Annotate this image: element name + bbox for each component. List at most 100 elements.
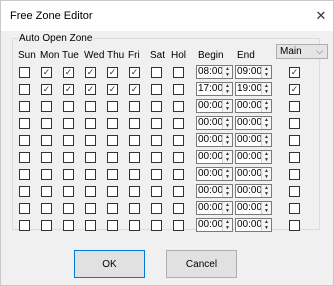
- spin-down-icon[interactable]: ▼: [223, 157, 232, 163]
- checkbox-tue-row-3[interactable]: [63, 101, 74, 112]
- spinner[interactable]: ▲ ▼: [222, 134, 232, 146]
- checkbox-thu-row-2[interactable]: ✓: [107, 84, 118, 95]
- spinner[interactable]: ▲ ▼: [222, 185, 232, 197]
- checkbox-wed-row-9[interactable]: [85, 203, 96, 214]
- enable-checkbox-row-1[interactable]: ✓: [289, 67, 300, 78]
- spinner[interactable]: ▲ ▼: [261, 117, 271, 129]
- spin-down-icon[interactable]: ▼: [223, 72, 232, 78]
- checkbox-fri-row-9[interactable]: [129, 203, 140, 214]
- mode-select[interactable]: Main ⌵: [276, 44, 328, 59]
- checkbox-sun-row-5[interactable]: [19, 135, 30, 146]
- checkbox-fri-row-8[interactable]: [129, 186, 140, 197]
- spinner[interactable]: ▲ ▼: [222, 83, 232, 95]
- checkbox-thu-row-8[interactable]: [107, 186, 118, 197]
- spin-down-icon[interactable]: ▼: [223, 89, 232, 95]
- checkbox-sat-row-8[interactable]: [151, 186, 162, 197]
- checkbox-hol-row-9[interactable]: [173, 203, 184, 214]
- spin-down-icon[interactable]: ▼: [262, 225, 271, 231]
- spinner[interactable]: ▲ ▼: [261, 168, 271, 180]
- checkbox-sat-row-2[interactable]: [151, 84, 162, 95]
- checkbox-sat-row-10[interactable]: [151, 220, 162, 231]
- spin-down-icon[interactable]: ▼: [223, 123, 232, 129]
- checkbox-sun-row-9[interactable]: [19, 203, 30, 214]
- checkbox-mon-row-4[interactable]: [41, 118, 52, 129]
- checkbox-sun-row-4[interactable]: [19, 118, 30, 129]
- spinner[interactable]: ▲ ▼: [222, 100, 232, 112]
- checkbox-wed-row-2[interactable]: ✓: [85, 84, 96, 95]
- checkbox-wed-row-7[interactable]: [85, 169, 96, 180]
- checkbox-wed-row-5[interactable]: [85, 135, 96, 146]
- spin-down-icon[interactable]: ▼: [223, 225, 232, 231]
- end-time-field-row-3[interactable]: 00:00 ▲ ▼: [235, 99, 272, 113]
- checkbox-hol-row-7[interactable]: [173, 169, 184, 180]
- checkbox-fri-row-2[interactable]: ✓: [129, 84, 140, 95]
- end-time-field-row-6[interactable]: 00:00 ▲ ▼: [235, 150, 272, 164]
- checkbox-tue-row-7[interactable]: [63, 169, 74, 180]
- checkbox-sun-row-10[interactable]: [19, 220, 30, 231]
- begin-time-field-row-3[interactable]: 00:00 ▲ ▼: [196, 99, 233, 113]
- checkbox-mon-row-6[interactable]: [41, 152, 52, 163]
- checkbox-thu-row-7[interactable]: [107, 169, 118, 180]
- checkbox-fri-row-1[interactable]: ✓: [129, 67, 140, 78]
- checkbox-hol-row-6[interactable]: [173, 152, 184, 163]
- checkbox-wed-row-8[interactable]: [85, 186, 96, 197]
- checkbox-sun-row-6[interactable]: [19, 152, 30, 163]
- checkbox-fri-row-6[interactable]: [129, 152, 140, 163]
- checkbox-thu-row-4[interactable]: [107, 118, 118, 129]
- checkbox-sun-row-3[interactable]: [19, 101, 30, 112]
- spinner[interactable]: ▲ ▼: [222, 202, 232, 214]
- checkbox-sun-row-8[interactable]: [19, 186, 30, 197]
- checkbox-thu-row-1[interactable]: ✓: [107, 67, 118, 78]
- checkbox-fri-row-10[interactable]: [129, 220, 140, 231]
- checkbox-hol-row-2[interactable]: [173, 84, 184, 95]
- checkbox-wed-row-6[interactable]: [85, 152, 96, 163]
- checkbox-sun-row-7[interactable]: [19, 169, 30, 180]
- checkbox-sun-row-1[interactable]: [19, 67, 30, 78]
- checkbox-hol-row-1[interactable]: [173, 67, 184, 78]
- checkbox-fri-row-5[interactable]: [129, 135, 140, 146]
- checkbox-mon-row-10[interactable]: [41, 220, 52, 231]
- spinner[interactable]: ▲ ▼: [261, 134, 271, 146]
- checkbox-fri-row-4[interactable]: [129, 118, 140, 129]
- end-time-field-row-8[interactable]: 00:00 ▲ ▼: [235, 184, 272, 198]
- spinner[interactable]: ▲ ▼: [261, 219, 271, 231]
- spin-down-icon[interactable]: ▼: [223, 174, 232, 180]
- enable-checkbox-row-4[interactable]: [289, 118, 300, 129]
- checkbox-wed-row-4[interactable]: [85, 118, 96, 129]
- checkbox-tue-row-10[interactable]: [63, 220, 74, 231]
- spin-down-icon[interactable]: ▼: [223, 208, 232, 214]
- end-time-field-row-2[interactable]: 19:00 ▲ ▼: [235, 82, 272, 96]
- checkbox-hol-row-4[interactable]: [173, 118, 184, 129]
- spin-down-icon[interactable]: ▼: [223, 106, 232, 112]
- ok-button[interactable]: OK: [74, 250, 145, 278]
- checkbox-wed-row-10[interactable]: [85, 220, 96, 231]
- checkbox-mon-row-9[interactable]: [41, 203, 52, 214]
- checkbox-tue-row-4[interactable]: [63, 118, 74, 129]
- spin-down-icon[interactable]: ▼: [262, 191, 271, 197]
- checkbox-sun-row-2[interactable]: [19, 84, 30, 95]
- spinner[interactable]: ▲ ▼: [222, 168, 232, 180]
- close-icon[interactable]: ✕: [309, 1, 333, 31]
- spinner[interactable]: ▲ ▼: [222, 219, 232, 231]
- begin-time-field-row-8[interactable]: 00:00 ▲ ▼: [196, 184, 233, 198]
- checkbox-thu-row-3[interactable]: [107, 101, 118, 112]
- enable-checkbox-row-5[interactable]: [289, 135, 300, 146]
- spin-down-icon[interactable]: ▼: [223, 140, 232, 146]
- checkbox-tue-row-9[interactable]: [63, 203, 74, 214]
- spinner[interactable]: ▲ ▼: [261, 185, 271, 197]
- checkbox-tue-row-8[interactable]: [63, 186, 74, 197]
- begin-time-field-row-5[interactable]: 00:00 ▲ ▼: [196, 133, 233, 147]
- checkbox-thu-row-9[interactable]: [107, 203, 118, 214]
- spin-down-icon[interactable]: ▼: [262, 72, 271, 78]
- enable-checkbox-row-8[interactable]: [289, 186, 300, 197]
- enable-checkbox-row-10[interactable]: [289, 220, 300, 231]
- spin-down-icon[interactable]: ▼: [262, 123, 271, 129]
- checkbox-hol-row-3[interactable]: [173, 101, 184, 112]
- enable-checkbox-row-6[interactable]: [289, 152, 300, 163]
- end-time-field-row-5[interactable]: 00:00 ▲ ▼: [235, 133, 272, 147]
- begin-time-field-row-6[interactable]: 00:00 ▲ ▼: [196, 150, 233, 164]
- checkbox-sat-row-9[interactable]: [151, 203, 162, 214]
- begin-time-field-row-9[interactable]: 00:00 ▲ ▼: [196, 201, 233, 215]
- end-time-field-row-7[interactable]: 00:00 ▲ ▼: [235, 167, 272, 181]
- spin-down-icon[interactable]: ▼: [262, 157, 271, 163]
